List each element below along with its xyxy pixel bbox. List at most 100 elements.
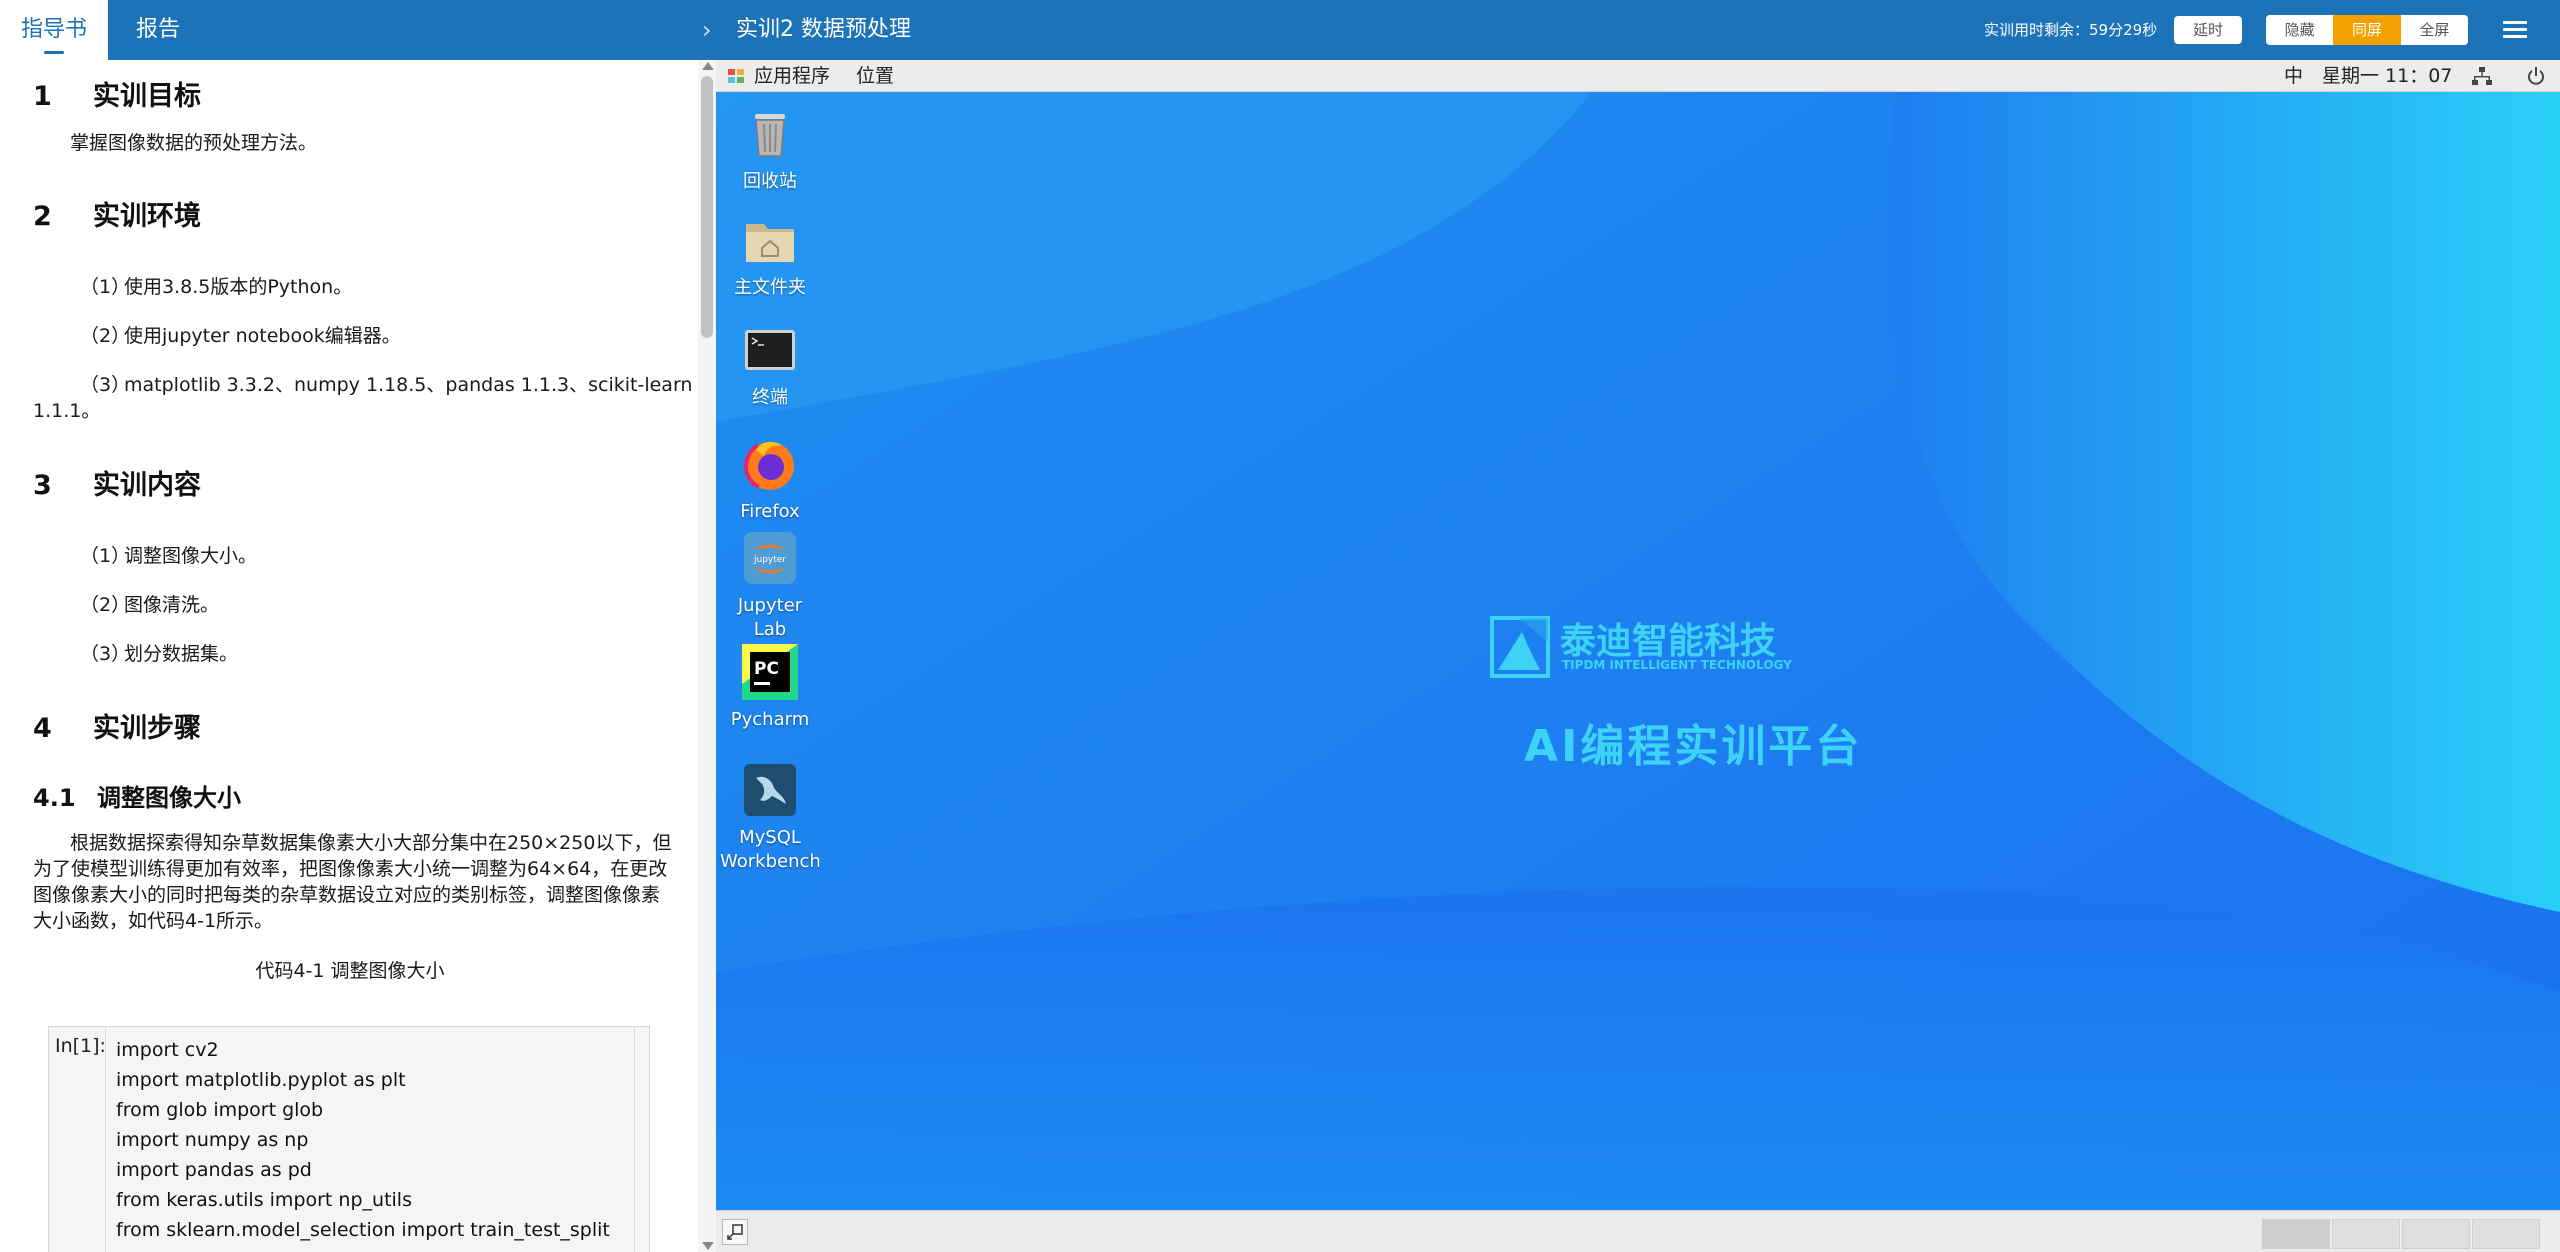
desktop-icon-label: Firefox xyxy=(740,501,800,522)
section-number: 4 xyxy=(33,713,52,744)
delay-button[interactable]: 延时 xyxy=(2174,16,2242,44)
section-title: 实训目标 xyxy=(93,81,201,112)
show-desktop-icon[interactable] xyxy=(722,1219,748,1245)
section-heading: 4 实训步骤 xyxy=(33,706,201,745)
chevron-right-icon: › xyxy=(702,16,712,44)
workspace-2[interactable] xyxy=(2332,1219,2400,1249)
list-index: （1） xyxy=(80,545,131,567)
desktop-icon-label: 终端 xyxy=(752,387,788,408)
tab-guide[interactable]: 指导书 xyxy=(0,0,108,60)
list-item-continuation: 1.1.1。 xyxy=(33,400,101,422)
desktop-background: 回收站 主文件夹 终端 Firefox jupyter Jupyter Lab … xyxy=(716,92,2560,1252)
list-index: （2） xyxy=(80,594,131,616)
top-bar: 指导书 报告 › 实训2 数据预处理 实训用时剩余：59分29秒 延时 隐藏 同… xyxy=(0,0,2560,60)
scroll-down-arrow-icon[interactable] xyxy=(702,1242,714,1250)
page-title: 实训2 数据预处理 xyxy=(736,17,911,42)
subsection-heading: 4.1 调整图像大小 xyxy=(33,778,241,813)
list-item: （3）matplotlib 3.3.2、numpy 1.18.5、pandas … xyxy=(80,372,692,398)
list-text: 调整图像大小。 xyxy=(124,545,258,567)
paragraph: 掌握图像数据的预处理方法。 xyxy=(70,132,318,154)
svg-text:jupyter: jupyter xyxy=(753,555,786,565)
hide-button[interactable]: 隐藏 xyxy=(2266,15,2334,45)
list-index: （1） xyxy=(80,276,131,298)
list-text: matplotlib 3.3.2、numpy 1.18.5、pandas 1.1… xyxy=(124,374,693,396)
code-line: from keras.utils import np_utils xyxy=(116,1189,412,1211)
jupyter-icon: jupyter xyxy=(744,532,796,584)
code-line: import cv2 xyxy=(116,1039,219,1061)
desktop-icon-jupyter[interactable]: jupyter Jupyter Lab xyxy=(720,530,820,642)
desktop-icon-home[interactable]: 主文件夹 xyxy=(720,212,820,300)
list-item: （2）图像清洗。 xyxy=(80,592,219,618)
paragraph-line: 大小函数，如代码4-1所示。 xyxy=(33,910,274,932)
workspace-4[interactable] xyxy=(2472,1219,2540,1249)
section-number: 2 xyxy=(33,201,52,232)
code-caption: 代码4-1 调整图像大小 xyxy=(255,960,445,982)
desktop-icon-terminal[interactable]: 终端 xyxy=(720,322,820,410)
scroll-up-arrow-icon[interactable] xyxy=(702,62,714,70)
power-icon[interactable] xyxy=(2527,67,2545,85)
workspace-3[interactable] xyxy=(2402,1219,2470,1249)
code-line: from sklearn.model_selection import trai… xyxy=(116,1219,610,1241)
code-line: import numpy as np xyxy=(116,1129,309,1151)
list-index: （3） xyxy=(80,374,131,396)
svg-text:PC: PC xyxy=(754,659,779,679)
section-number: 4.1 xyxy=(33,784,76,812)
split-screen-button[interactable]: 同屏 xyxy=(2333,15,2401,45)
code-area[interactable]: import cv2 import matplotlib.pyplot as p… xyxy=(105,1027,635,1252)
paragraph-line: 根据数据探索得知杂草数据集像素大小大部分集中在250×250以下，但 xyxy=(70,832,672,854)
desktop-icon-label: Pycharm xyxy=(730,709,810,730)
fullscreen-button[interactable]: 全屏 xyxy=(2400,15,2468,45)
code-line: import matplotlib.pyplot as plt xyxy=(116,1069,406,1091)
time-remaining: 实训用时剩余：59分29秒 xyxy=(1984,21,2158,39)
network-icon[interactable] xyxy=(2472,67,2492,85)
clock[interactable]: 星期一 11：07 xyxy=(2322,60,2452,92)
workspace-1[interactable] xyxy=(2262,1219,2330,1249)
desktop-bottom-panel xyxy=(716,1210,2560,1252)
view-mode-switch: 隐藏 同屏 全屏 xyxy=(2266,15,2468,45)
section-number: 3 xyxy=(33,470,52,501)
terminal-icon xyxy=(745,330,795,370)
scrollbar-thumb[interactable] xyxy=(701,76,713,338)
input-method-indicator[interactable]: 中 xyxy=(2284,60,2303,92)
desktop-icon-label: Jupyter Lab xyxy=(737,595,803,640)
list-text: 图像清洗。 xyxy=(124,594,220,616)
list-index: （2） xyxy=(80,325,131,347)
code-line: import pandas as pd xyxy=(116,1159,312,1181)
list-item: （1）调整图像大小。 xyxy=(80,543,257,569)
section-title: 实训环境 xyxy=(93,201,201,232)
places-menu[interactable]: 位置 xyxy=(856,60,894,92)
section-heading: 3 实训内容 xyxy=(33,463,201,502)
hamburger-menu-icon[interactable] xyxy=(2500,17,2530,43)
list-text: 使用3.8.5版本的Python。 xyxy=(124,276,353,298)
brand-logo: 泰迪智能科技 TIPDM INTELLIGENT TECHNOLOGY xyxy=(1488,612,1818,686)
paragraph-line: 图像像素大小的同时把每类的杂草数据设立对应的类别标签，调整图像像素 xyxy=(33,884,661,906)
list-index: （3） xyxy=(80,643,131,665)
desktop-icon-label: MySQL Workbench xyxy=(720,827,821,872)
list-item: （2）使用jupyter notebook编辑器。 xyxy=(80,323,401,349)
guide-scrollbar[interactable] xyxy=(698,60,716,1252)
brand-subtitle: TIPDM INTELLIGENT TECHNOLOGY xyxy=(1562,658,1792,672)
desktop-icon-trash[interactable]: 回收站 xyxy=(720,106,820,194)
desktop-icon-pycharm[interactable]: PC Pycharm xyxy=(720,644,820,732)
applications-menu[interactable]: 应用程序 xyxy=(754,60,830,92)
section-title: 实训内容 xyxy=(93,470,201,501)
trash-icon xyxy=(755,114,785,157)
desktop-icon-mysql-workbench[interactable]: MySQL Workbench xyxy=(720,762,821,874)
list-text: 使用jupyter notebook编辑器。 xyxy=(124,325,401,347)
guide-panel: 1 实训目标 掌握图像数据的预处理方法。 2 实训环境 （1）使用3.8.5版本的P… xyxy=(0,60,700,1252)
desktop-icon-firefox[interactable]: Firefox xyxy=(720,436,820,524)
mysql-workbench-icon xyxy=(744,764,796,816)
code-prompt: In[1]: xyxy=(55,1035,106,1057)
list-text: 划分数据集。 xyxy=(124,643,239,665)
remote-desktop: 应用程序 位置 中 星期一 11：07 回收站 主文件夹 终端 Firefox … xyxy=(716,60,2560,1252)
section-heading: 2 实训环境 xyxy=(33,194,201,233)
section-title: 调整图像大小 xyxy=(97,784,241,812)
desktop-top-panel: 应用程序 位置 中 星期一 11：07 xyxy=(716,60,2560,92)
tab-report[interactable]: 报告 xyxy=(108,0,208,60)
list-item: （1）使用3.8.5版本的Python。 xyxy=(80,274,352,300)
desktop-icon-label: 回收站 xyxy=(743,171,797,192)
section-title: 实训步骤 xyxy=(93,713,201,744)
list-item: （3）划分数据集。 xyxy=(80,641,238,667)
firefox-icon xyxy=(744,440,796,492)
section-number: 1 xyxy=(33,81,52,112)
